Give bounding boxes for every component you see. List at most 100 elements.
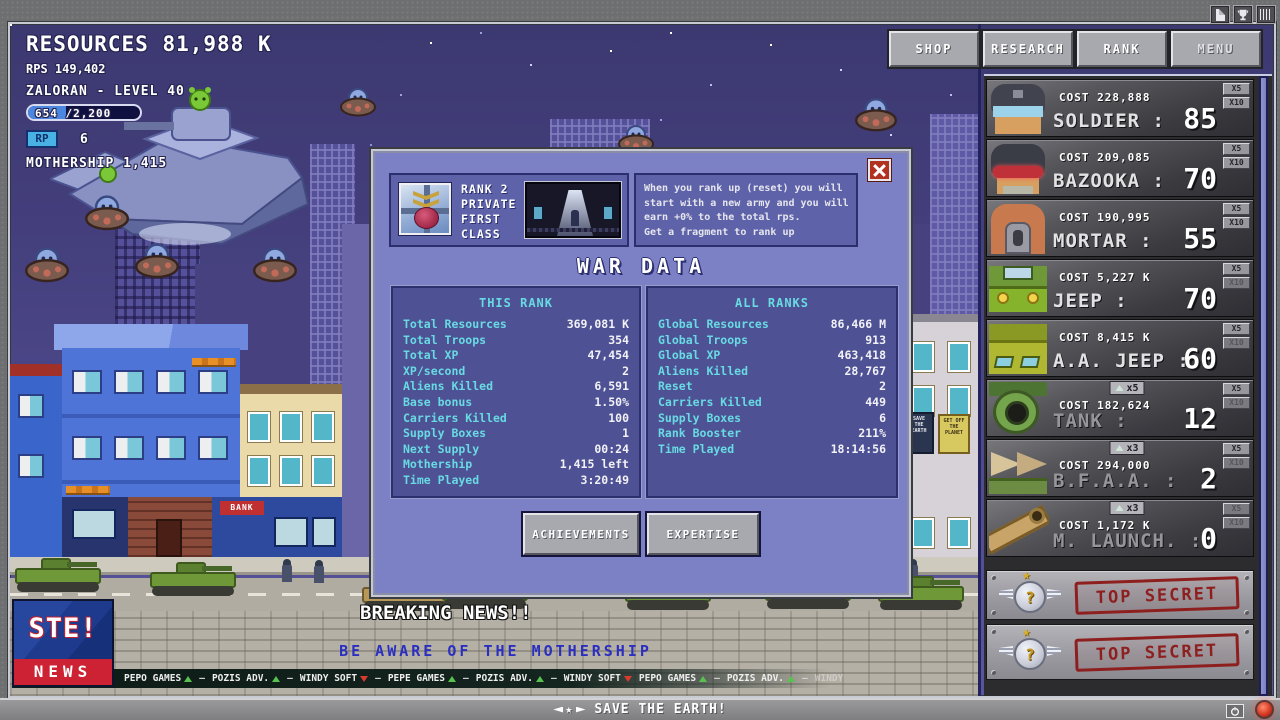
unit-name: A.A. JEEP : <box>1053 350 1190 372</box>
buy-x5-button[interactable]: X5 <box>1223 503 1250 515</box>
shop-button[interactable]: SHOP <box>889 31 979 67</box>
research-button[interactable]: RESEARCH <box>983 31 1073 67</box>
rps-value: 149,402 <box>54 62 106 76</box>
unit-count: 70 <box>1183 282 1217 315</box>
ticker-item: WINDY SOFT <box>564 673 632 684</box>
alert-button[interactable] <box>1255 700 1274 719</box>
alien-carrier[interactable] <box>85 194 129 231</box>
expertise-button[interactable]: EXPERTISE <box>647 513 759 555</box>
buy-x10-button[interactable]: X10 <box>1223 337 1250 349</box>
star-icon: ★ <box>1022 624 1031 640</box>
rank-up-description: When you rank up (reset) you will start … <box>644 183 849 238</box>
mystery-badge-icon: ★ ? <box>999 568 1061 617</box>
menu-button[interactable]: MENU <box>1171 31 1261 67</box>
top-secret-slot[interactable]: ★ ? TOP SECRET <box>986 568 1254 620</box>
buy-x5-button[interactable]: X5 <box>1223 203 1250 215</box>
taskbar: ★ SAVE THE EARTH! <box>0 698 1280 720</box>
power-icon[interactable] <box>1226 704 1244 718</box>
news-headline: BE AWARE OF THE MOTHERSHIP <box>339 642 652 660</box>
unit-name: JEEP : <box>1053 290 1128 312</box>
buy-x5-button[interactable]: X5 <box>1223 143 1250 155</box>
unit-name: SOLDIER : <box>1053 110 1165 132</box>
bank-sign: BANK <box>220 501 264 515</box>
unit-card-tank[interactable]: x5 COST 182,624 TANK : 12 X5 X10 <box>986 379 1254 437</box>
missile-launcher-portrait <box>989 502 1049 554</box>
wing-right-icon <box>575 706 586 713</box>
top-secret-stamp: TOP SECRET <box>1074 576 1240 615</box>
bfaa-portrait <box>989 442 1049 494</box>
ticker-item: POZIS ADV. <box>212 673 281 684</box>
buy-x10-button[interactable]: X10 <box>1223 457 1250 469</box>
this-rank-panel: THIS RANK Total Resources 369,081 K Total… <box>390 285 642 499</box>
news-channel-logo: STE! NEWS <box>12 599 114 687</box>
billboard-get-off: GET OFF THE PLANET <box>938 414 970 454</box>
buy-x10-button[interactable]: X10 <box>1223 517 1250 529</box>
trend-down-icon <box>360 675 369 682</box>
trend-up-icon <box>787 675 796 682</box>
unit-card-mortar[interactable]: COST 190,995 MORTAR : 55 X5 X10 <box>986 199 1254 257</box>
taskbar-title: ★ SAVE THE EARTH! <box>0 702 1280 717</box>
mystery-badge-icon: ★ ? <box>999 625 1061 674</box>
trophy-icon[interactable] <box>1233 5 1253 24</box>
unit-card-jeep[interactable]: COST 5,227 K JEEP : 70 X5 X10 <box>986 259 1254 317</box>
unit-card-bazooka[interactable]: COST 209,085 BAZOOKA : 70 X5 X10 <box>986 139 1254 197</box>
ticker-item: WINDY <box>814 673 844 684</box>
desktop-corner-icons <box>1210 5 1276 24</box>
unit-card-bfaa[interactable]: x3 COST 294,000 B.F.A.A. : 2 X5 X10 <box>986 439 1254 497</box>
multiplier-badge: x3 <box>1109 441 1145 455</box>
alien-carrier[interactable] <box>25 246 69 283</box>
rank-title: RANK 2 PRIVATE FIRST CLASS <box>461 182 517 241</box>
unit-count: 12 <box>1183 402 1217 435</box>
unit-count: 70 <box>1183 162 1217 195</box>
notes-icon[interactable] <box>1210 5 1230 24</box>
upgrade-arrow-icon <box>1115 385 1124 391</box>
rank-button[interactable]: RANK <box>1077 31 1167 67</box>
unit-count: 85 <box>1183 102 1217 135</box>
buy-x5-button[interactable]: X5 <box>1223 323 1250 335</box>
buy-x10-button[interactable]: X10 <box>1223 217 1250 229</box>
building-roof <box>54 324 248 350</box>
sidebar-scroll-strip[interactable] <box>1259 76 1268 696</box>
unit-card-aa-jeep[interactable]: COST 8,415 K A.A. JEEP : 60 X5 X10 <box>986 319 1254 377</box>
unit-cost: COST 190,995 <box>1059 211 1151 224</box>
buy-x5-button[interactable]: X5 <box>1223 83 1250 95</box>
rp-value: 6 <box>80 131 88 147</box>
unit-count: 55 <box>1183 222 1217 255</box>
apartment-building <box>62 348 240 516</box>
ticker-item: PEPO GAMES <box>124 673 193 684</box>
soldier-sprite <box>282 559 292 582</box>
unit-count: 0 <box>1200 522 1217 555</box>
rank-scene-thumbnail <box>525 182 621 238</box>
unit-cost: COST 228,888 <box>1059 91 1151 104</box>
xp-progress-bar: 654 /2,200 <box>26 104 142 121</box>
building <box>10 364 62 557</box>
desktop: BANK SAVE THE EARTH GET OFF THE PLANET P… <box>0 0 1280 720</box>
wing-left-icon <box>553 706 564 713</box>
alien-carrier[interactable] <box>253 246 297 283</box>
buy-x5-button[interactable]: X5 <box>1223 443 1250 455</box>
buy-x5-button[interactable]: X5 <box>1223 383 1250 395</box>
unit-count: 60 <box>1183 342 1217 375</box>
top-secret-slot[interactable]: ★ ? TOP SECRET <box>986 624 1254 680</box>
news-logo-label: NEWS <box>14 659 112 685</box>
ticker-item: PEPO GAMES <box>639 673 708 684</box>
rp-chip[interactable]: RP <box>26 130 58 148</box>
buy-x10-button[interactable]: X10 <box>1223 277 1250 289</box>
unit-card-missile-launcher[interactable]: x3 COST 1,172 K M. LAUNCH. : 0 X5 X10 <box>986 499 1254 557</box>
achievements-button[interactable]: ACHIEVEMENTS <box>523 513 639 555</box>
buy-x5-button[interactable]: X5 <box>1223 263 1250 275</box>
trend-up-icon <box>272 675 281 682</box>
alien-carrier[interactable] <box>855 97 897 132</box>
rank-info-box: RANK 2 PRIVATE FIRST CLASS <box>389 173 629 247</box>
buy-x10-button[interactable]: X10 <box>1223 157 1250 169</box>
close-icon[interactable] <box>868 159 891 181</box>
buy-x10-button[interactable]: X10 <box>1223 397 1250 409</box>
stats-icon[interactable] <box>1256 5 1276 24</box>
war-data-modal: RANK 2 PRIVATE FIRST CLASS When you rank… <box>371 149 911 597</box>
unit-card-soldier[interactable]: COST 228,888 SOLDIER : 85 X5 X10 <box>986 79 1254 137</box>
alien-carrier[interactable] <box>340 87 376 117</box>
unit-count: 2 <box>1200 462 1217 495</box>
buy-x10-button[interactable]: X10 <box>1223 97 1250 109</box>
alien-carrier[interactable] <box>135 242 179 279</box>
multiplier-badge: x5 <box>1109 381 1145 395</box>
